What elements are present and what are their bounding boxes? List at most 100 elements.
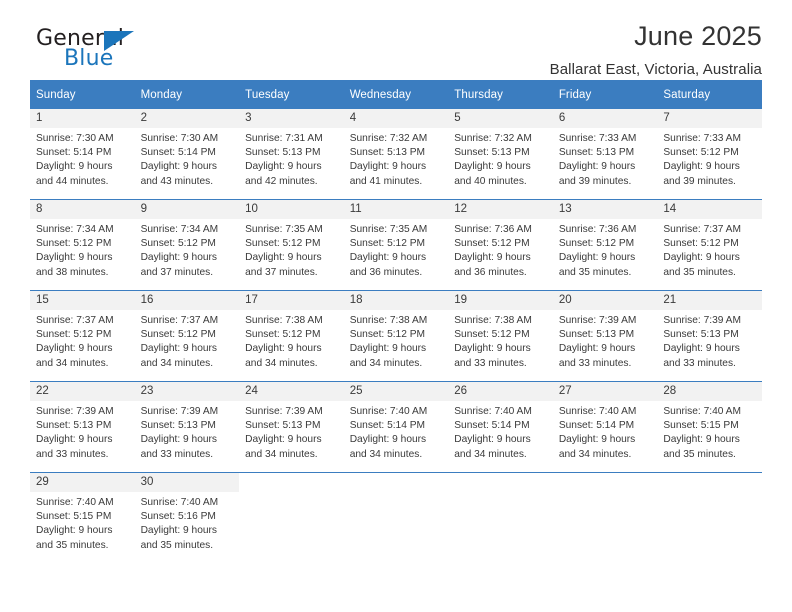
calendar-day-cell[interactable]: 14 Sunrise: 7:37 AM Sunset: 5:12 PM Dayligh… bbox=[657, 199, 762, 291]
calendar-day-cell[interactable]: 4 Sunrise: 7:32 AM Sunset: 5:13 PM Daylight… bbox=[343, 109, 449, 200]
day-number: 2 bbox=[134, 109, 240, 128]
sunrise-time: Sunrise: 7:39 AM bbox=[36, 406, 114, 417]
sunset-time: Sunset: 5:12 PM bbox=[349, 329, 426, 341]
sunrise-time: Sunrise: 7:32 AM bbox=[454, 133, 532, 144]
calendar-day-cell[interactable]: 6 Sunrise: 7:33 AM Sunset: 5:13 PM Daylight… bbox=[552, 109, 658, 200]
day-number: 20 bbox=[552, 291, 658, 310]
calendar-day-cell[interactable]: 2 Sunrise: 7:30 AM Sunset: 5:14 PM Daylight… bbox=[134, 109, 240, 200]
calendar-day-cell[interactable]: 19 Sunrise: 7:38 AM Sunset: 5:12 PM Dayligh… bbox=[448, 290, 553, 382]
day-number: 4 bbox=[343, 109, 449, 128]
day-number: 19 bbox=[448, 291, 553, 310]
day-details: Sunrise: 7:31 AM Sunset: 5:13 PM Daylight:… bbox=[239, 128, 344, 189]
calendar-day-cell[interactable]: 20 Sunrise: 7:39 AM Sunset: 5:13 PM Dayligh… bbox=[552, 290, 658, 382]
calendar-day-cell[interactable]: 24 Sunrise: 7:39 AM Sunset: 5:13 PM Dayligh… bbox=[239, 381, 344, 473]
daylight-duration-line2: and 39 minutes. bbox=[558, 175, 632, 187]
sunrise-time: Sunrise: 7:30 AM bbox=[140, 133, 219, 144]
daylight-duration-line1: Daylight: 9 hours bbox=[454, 161, 531, 173]
calendar-day-cell[interactable]: 7 Sunrise: 7:33 AM Sunset: 5:12 PM Daylight… bbox=[657, 109, 762, 200]
calendar-day-cell[interactable]: 3 Sunrise: 7:31 AM Sunset: 5:13 PM Daylight… bbox=[239, 109, 344, 200]
day-details: Sunrise: 7:34 AM Sunset: 5:12 PM Daylight:… bbox=[135, 219, 240, 280]
day-details: Sunrise: 7:39 AM Sunset: 5:13 PM Daylight:… bbox=[135, 401, 240, 462]
sunset-time: Sunset: 5:16 PM bbox=[140, 511, 216, 523]
weekday-header-monday: Monday bbox=[134, 80, 240, 109]
day-details: Sunrise: 7:40 AM Sunset: 5:15 PM Daylight:… bbox=[657, 401, 762, 462]
sunrise-time: Sunrise: 7:38 AM bbox=[349, 315, 428, 326]
daylight-duration-line2: and 34 minutes. bbox=[245, 357, 318, 369]
day-number: 29 bbox=[30, 473, 135, 492]
sunset-time: Sunset: 5:12 PM bbox=[663, 238, 739, 250]
calendar-day-cell[interactable]: 27 Sunrise: 7:40 AM Sunset: 5:14 PM Dayligh… bbox=[552, 381, 658, 473]
day-number: 24 bbox=[239, 382, 344, 401]
calendar-day-cell[interactable]: 17 Sunrise: 7:38 AM Sunset: 5:12 PM Dayligh… bbox=[239, 290, 344, 382]
sunset-time: Sunset: 5:14 PM bbox=[36, 147, 112, 159]
daylight-duration-line1: Daylight: 9 hours bbox=[245, 252, 322, 264]
calendar-day-cell[interactable]: 5 Sunrise: 7:32 AM Sunset: 5:13 PM Daylight… bbox=[448, 109, 553, 200]
calendar-day-cell[interactable]: 9 Sunrise: 7:34 AM Sunset: 5:12 PM Daylight… bbox=[134, 199, 240, 291]
weekday-header-friday: Friday bbox=[552, 80, 658, 109]
daylight-duration-line1: Daylight: 9 hours bbox=[36, 343, 113, 355]
calendar-day-cell[interactable]: 30 Sunrise: 7:40 AM Sunset: 5:16 PM Dayligh… bbox=[134, 472, 240, 563]
day-number: 17 bbox=[239, 291, 344, 310]
day-number: 8 bbox=[30, 200, 135, 219]
sunrise-time: Sunrise: 7:35 AM bbox=[245, 224, 323, 235]
sunrise-time: Sunrise: 7:31 AM bbox=[245, 133, 323, 144]
location-subtitle: Ballarat East, Victoria, Australia bbox=[549, 60, 762, 78]
sunset-time: Sunset: 5:15 PM bbox=[663, 420, 739, 432]
calendar-day-cell[interactable]: 26 Sunrise: 7:40 AM Sunset: 5:14 PM Dayligh… bbox=[448, 381, 553, 473]
daylight-duration-line1: Daylight: 9 hours bbox=[558, 161, 636, 173]
daylight-duration-line1: Daylight: 9 hours bbox=[140, 434, 218, 446]
calendar-day-cell[interactable]: 8 Sunrise: 7:34 AM Sunset: 5:12 PM Daylight… bbox=[30, 199, 135, 291]
logo-text-blue: Blue bbox=[64, 46, 114, 71]
calendar-day-cell[interactable]: 10 Sunrise: 7:35 AM Sunset: 5:12 PM Dayligh… bbox=[239, 199, 344, 291]
calendar-day-cell[interactable]: 1 Sunrise: 7:30 AM Sunset: 5:14 PM Daylight… bbox=[30, 109, 135, 200]
general-blue-logo: General Blue bbox=[36, 28, 166, 78]
daylight-duration-line2: and 37 minutes. bbox=[140, 266, 214, 278]
daylight-duration-line2: and 35 minutes. bbox=[663, 448, 736, 460]
calendar-week-row: 29 Sunrise: 7:40 AM Sunset: 5:15 PM Dayligh… bbox=[30, 472, 762, 563]
daylight-duration-line2: and 40 minutes. bbox=[454, 175, 527, 187]
daylight-duration-line2: and 33 minutes. bbox=[663, 357, 736, 369]
daylight-duration-line1: Daylight: 9 hours bbox=[558, 434, 636, 446]
calendar-day-cell[interactable]: 25 Sunrise: 7:40 AM Sunset: 5:14 PM Dayligh… bbox=[343, 381, 449, 473]
day-number: 21 bbox=[657, 291, 762, 310]
sunrise-time: Sunrise: 7:37 AM bbox=[663, 224, 741, 235]
sunrise-time: Sunrise: 7:39 AM bbox=[558, 315, 637, 326]
sunrise-time: Sunrise: 7:30 AM bbox=[36, 133, 114, 144]
calendar-day-cell[interactable]: 15 Sunrise: 7:37 AM Sunset: 5:12 PM Dayligh… bbox=[30, 290, 135, 382]
daylight-duration-line2: and 44 minutes. bbox=[36, 175, 109, 187]
daylight-duration-line1: Daylight: 9 hours bbox=[36, 252, 113, 264]
calendar-day-cell[interactable]: 11 Sunrise: 7:35 AM Sunset: 5:12 PM Dayligh… bbox=[343, 199, 449, 291]
sunset-time: Sunset: 5:12 PM bbox=[36, 329, 112, 341]
calendar-day-cell[interactable]: 22 Sunrise: 7:39 AM Sunset: 5:13 PM Dayligh… bbox=[30, 381, 135, 473]
sunset-time: Sunset: 5:13 PM bbox=[245, 147, 321, 159]
sunrise-time: Sunrise: 7:36 AM bbox=[558, 224, 637, 235]
day-number: 26 bbox=[448, 382, 553, 401]
calendar-day-cell[interactable]: 29 Sunrise: 7:40 AM Sunset: 5:15 PM Dayligh… bbox=[30, 472, 135, 563]
calendar-day-cell-empty bbox=[552, 472, 658, 563]
calendar-day-cell[interactable]: 12 Sunrise: 7:36 AM Sunset: 5:12 PM Dayligh… bbox=[448, 199, 553, 291]
sunset-time: Sunset: 5:12 PM bbox=[245, 329, 321, 341]
calendar-day-cell[interactable]: 18 Sunrise: 7:38 AM Sunset: 5:12 PM Dayligh… bbox=[343, 290, 449, 382]
day-number: 25 bbox=[343, 382, 449, 401]
daylight-duration-line2: and 39 minutes. bbox=[663, 175, 736, 187]
day-number: 9 bbox=[134, 200, 240, 219]
day-number: 12 bbox=[448, 200, 553, 219]
sunset-time: Sunset: 5:14 PM bbox=[454, 420, 530, 432]
calendar-day-cell[interactable]: 13 Sunrise: 7:36 AM Sunset: 5:12 PM Dayligh… bbox=[552, 199, 658, 291]
daylight-duration-line2: and 34 minutes. bbox=[140, 357, 214, 369]
day-details: Sunrise: 7:38 AM Sunset: 5:12 PM Daylight:… bbox=[239, 310, 344, 371]
sunset-time: Sunset: 5:12 PM bbox=[663, 147, 739, 159]
day-number bbox=[344, 473, 449, 492]
calendar-week-row: 8 Sunrise: 7:34 AM Sunset: 5:12 PM Daylight… bbox=[30, 199, 762, 291]
calendar-day-cell[interactable]: 23 Sunrise: 7:39 AM Sunset: 5:13 PM Dayligh… bbox=[134, 381, 240, 473]
day-details: Sunrise: 7:30 AM Sunset: 5:14 PM Daylight:… bbox=[30, 128, 135, 189]
daylight-duration-line2: and 34 minutes. bbox=[349, 357, 423, 369]
title-block: June 2025 Ballarat East, Victoria, Austr… bbox=[549, 21, 762, 78]
day-number: 3 bbox=[239, 109, 344, 128]
calendar-day-cell[interactable]: 28 Sunrise: 7:40 AM Sunset: 5:15 PM Dayligh… bbox=[657, 381, 762, 473]
day-number: 28 bbox=[657, 382, 762, 401]
calendar-header-row: Sunday Monday Tuesday Wednesday Thursday… bbox=[30, 80, 762, 109]
calendar-day-cell[interactable]: 16 Sunrise: 7:37 AM Sunset: 5:12 PM Dayligh… bbox=[134, 290, 240, 382]
day-details: Sunrise: 7:39 AM Sunset: 5:13 PM Daylight:… bbox=[239, 401, 344, 462]
calendar-day-cell[interactable]: 21 Sunrise: 7:39 AM Sunset: 5:13 PM Dayligh… bbox=[657, 290, 762, 382]
